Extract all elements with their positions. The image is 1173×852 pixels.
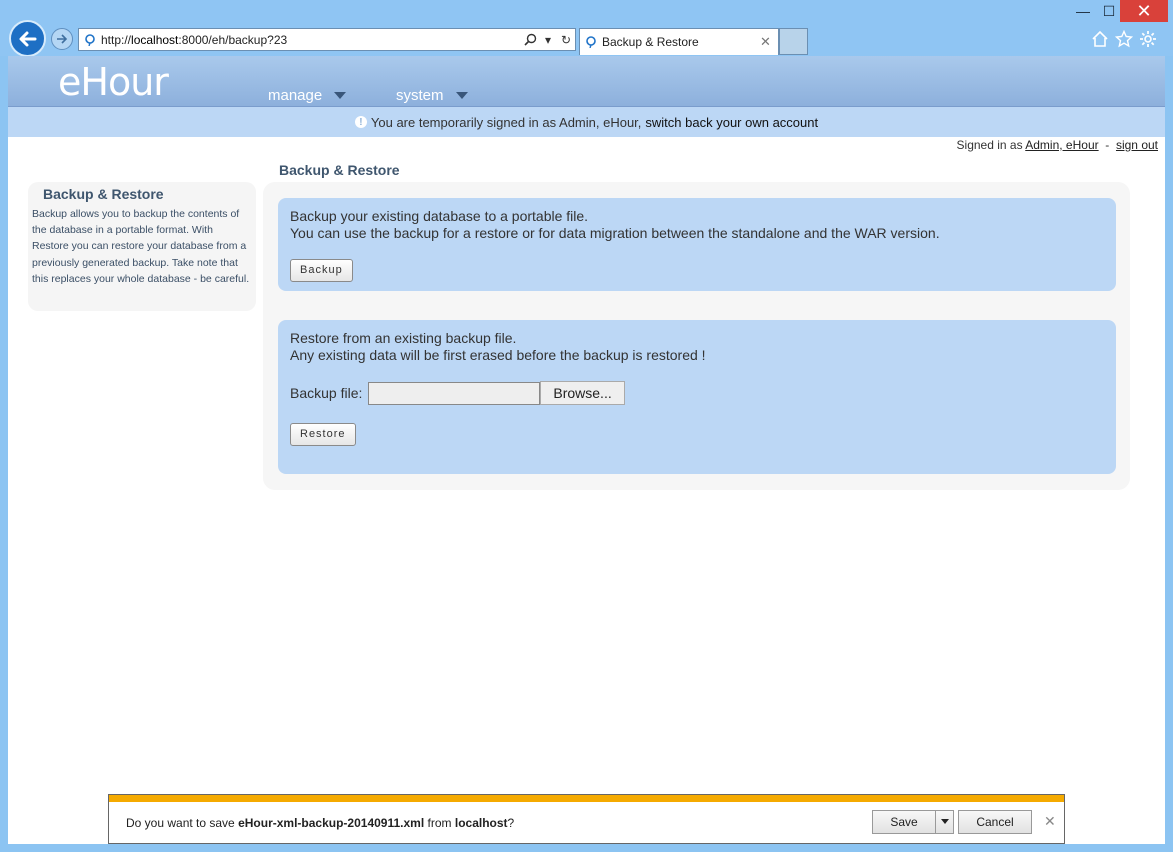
app-header: eHour manage system (8, 56, 1165, 107)
home-icon[interactable] (1090, 29, 1110, 49)
impersonation-notice: ! You are temporarily signed in as Admin… (8, 107, 1165, 137)
sidebar-title: Backup & Restore (43, 186, 164, 202)
tab-close-icon[interactable]: ✕ (760, 34, 778, 50)
save-button[interactable]: Save (872, 810, 954, 834)
tab-backup-restore[interactable]: Backup & Restore ✕ (579, 28, 779, 55)
backup-line-1: Backup your existing database to a porta… (290, 208, 589, 224)
favorites-star-icon[interactable] (1114, 29, 1134, 49)
restore-button[interactable]: Restore (290, 423, 356, 446)
separator: - (1105, 138, 1110, 152)
signed-in-prefix: Signed in as (956, 138, 1023, 152)
ehour-favicon-icon (79, 33, 101, 46)
notice-text: You are temporarily signed in as Admin, … (370, 114, 642, 130)
back-button[interactable] (9, 20, 46, 57)
url-text: http://localhost:8000/eh/backup?23 (101, 32, 288, 47)
chevron-down-icon (334, 92, 347, 99)
nav-manage[interactable]: manage (268, 87, 347, 104)
address-bar[interactable]: http://localhost:8000/eh/backup?23 ▾ ↻ (78, 28, 576, 51)
cancel-button[interactable]: Cancel (958, 810, 1032, 834)
notification-accent (109, 795, 1064, 802)
sign-out-link[interactable]: sign out (1116, 138, 1158, 152)
search-icon[interactable] (521, 33, 539, 46)
download-host: localhost (454, 816, 508, 830)
info-icon: ! (354, 116, 367, 128)
restore-line-1: Restore from an existing backup file. (290, 330, 517, 346)
ehour-tab-icon (580, 36, 602, 48)
file-upload-row: Backup file: Browse... (290, 381, 625, 405)
browse-button[interactable]: Browse... (540, 381, 625, 405)
browser-chrome: — ☐ ✕ http://localhost:8000/eh/backup?23… (0, 0, 1173, 57)
back-arrow-icon (19, 31, 36, 46)
nav-system-label: system (396, 87, 444, 104)
nav-system[interactable]: system (396, 87, 468, 104)
sidebar-text: Backup allows you to backup the contents… (32, 208, 250, 285)
nav-manage-label: manage (268, 87, 323, 104)
sidebar-help: Backup & Restore Backup allows you to ba… (28, 182, 256, 311)
user-link[interactable]: Admin, eHour (1025, 138, 1098, 152)
backup-line-2: You can use the backup for a restore or … (290, 225, 940, 241)
ehour-logo[interactable]: eHour (58, 60, 169, 104)
gear-icon[interactable] (1138, 29, 1158, 49)
restore-line-2: Any existing data will be first erased b… (290, 347, 706, 363)
dropdown-arrow-icon (940, 819, 949, 824)
backup-panel: Backup your existing database to a porta… (278, 198, 1116, 291)
tab-title: Backup & Restore (602, 35, 699, 49)
forward-arrow-icon (57, 34, 68, 44)
backup-file-input[interactable] (368, 381, 541, 405)
save-label: Save (890, 815, 918, 829)
chevron-down-icon (455, 92, 468, 99)
dropdown-arrow-icon[interactable]: ▾ (539, 33, 557, 47)
backup-button[interactable]: Backup (290, 259, 353, 282)
download-filename: eHour-xml-backup-20140911.xml (238, 816, 425, 830)
close-window-icon[interactable]: ✕ (1120, 0, 1168, 22)
forward-button[interactable] (51, 28, 73, 50)
signed-in-info: Signed in as Admin, eHour - sign out (957, 138, 1158, 152)
close-notification-icon[interactable]: ✕ (1044, 813, 1056, 830)
new-tab-button[interactable] (779, 28, 808, 55)
switch-back-link[interactable]: switch back your own account (645, 115, 818, 130)
download-notification-bar: Do you want to save eHour-xml-backup-201… (108, 794, 1065, 844)
save-options-dropdown[interactable] (935, 811, 953, 833)
file-label: Backup file: (290, 384, 363, 401)
page-title: Backup & Restore (279, 162, 400, 178)
refresh-icon[interactable]: ↻ (557, 33, 575, 47)
page-viewport: eHour manage system ! You are temporaril… (8, 56, 1165, 844)
download-message: Do you want to save eHour-xml-backup-201… (126, 816, 515, 830)
restore-panel: Restore from an existing backup file. An… (278, 320, 1116, 474)
